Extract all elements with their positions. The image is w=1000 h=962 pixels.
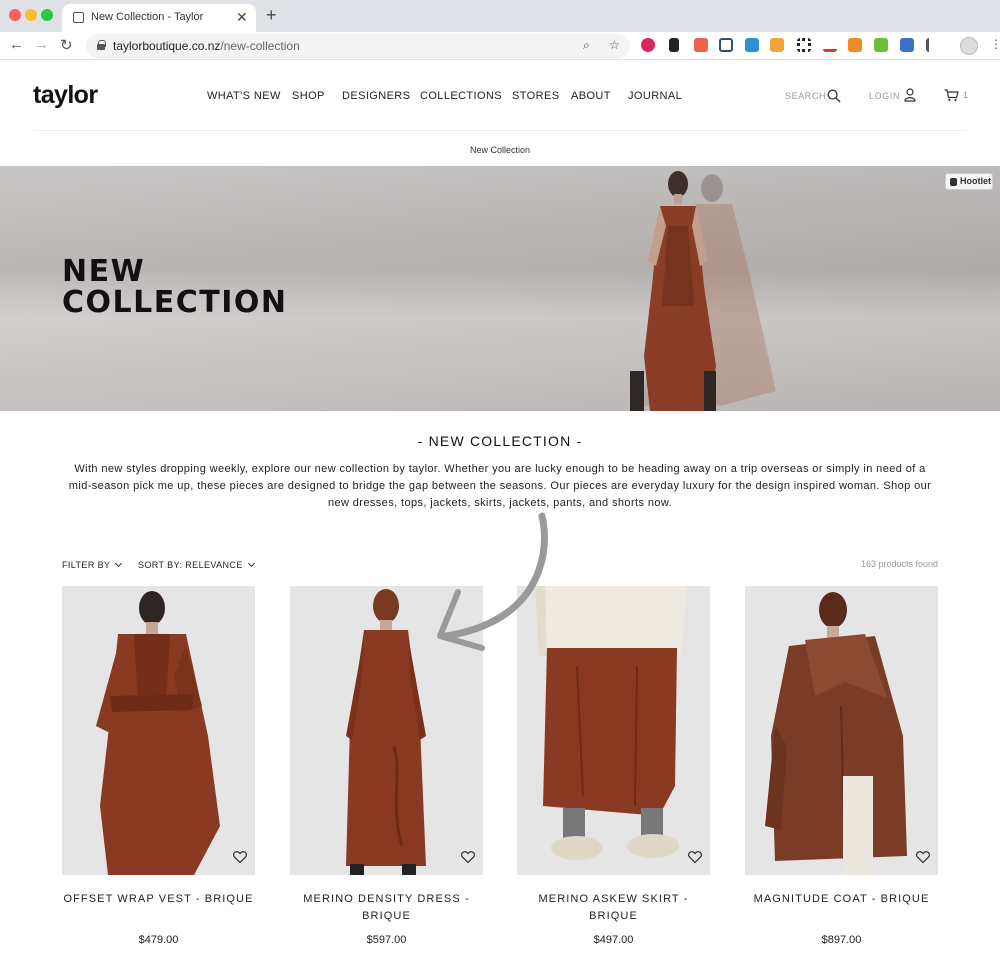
wishlist-heart-icon[interactable] — [688, 850, 702, 864]
breadcrumb: New Collection — [469, 145, 531, 155]
rss-extension-icon[interactable] — [848, 38, 862, 52]
clipper-extension-icon[interactable] — [669, 38, 679, 52]
product-card[interactable]: MAGNITUDE COAT - BRIQUE $897.00 — [745, 586, 938, 956]
product-price: $597.00 — [366, 934, 407, 946]
product-photo-magnitude-coat — [765, 592, 907, 875]
wishlist-heart-icon[interactable] — [461, 850, 475, 864]
zoom-icon[interactable]: ⌕ — [583, 38, 590, 53]
readability-extension-icon[interactable] — [694, 38, 708, 52]
site-logo[interactable]: taylor — [33, 81, 98, 110]
login-label[interactable]: LOGIN — [869, 91, 900, 101]
search-icon[interactable] — [827, 89, 841, 103]
tab-title: New Collection - Taylor — [91, 11, 204, 23]
product-price: $497.00 — [593, 934, 634, 946]
address-bar[interactable]: taylorboutique.co.nz/new-collection ⌕ ☆ — [86, 34, 630, 58]
dots-extension-icon[interactable] — [797, 38, 811, 52]
hero-model-image — [630, 171, 776, 411]
product-name[interactable]: MERINO ASKEW SKIRT - BRIQUE — [517, 891, 710, 925]
reload-icon[interactable]: ↻ — [60, 36, 73, 54]
sort-by-label: SORT BY: RELEVANCE — [138, 560, 243, 570]
chevron-down-icon — [247, 559, 255, 568]
annotation-arrow-icon — [437, 512, 548, 651]
wishlist-heart-icon[interactable] — [233, 850, 247, 864]
toggle-extension-icon[interactable] — [770, 38, 784, 52]
sort-by-dropdown[interactable]: SORT BY: RELEVANCE — [138, 559, 255, 570]
product-card[interactable]: OFFSET WRAP VEST - BRIQUE $479.00 — [62, 586, 255, 956]
nav-designers[interactable]: DESIGNERS — [342, 90, 410, 102]
nav-collections[interactable]: COLLECTIONS — [420, 90, 502, 102]
collection-heading: - NEW COLLECTION - — [417, 433, 583, 449]
product-name[interactable]: OFFSET WRAP VEST - BRIQUE — [62, 891, 255, 908]
product-name[interactable]: MAGNITUDE COAT - BRIQUE — [745, 891, 938, 908]
nav-about[interactable]: ABOUT — [571, 90, 611, 102]
menu-kebab-icon[interactable]: ⋮ — [990, 37, 1000, 51]
browser-tab[interactable]: New Collection - Taylor ✕ — [62, 4, 256, 32]
nav-journal[interactable]: JOURNAL — [628, 90, 682, 102]
product-price: $479.00 — [138, 934, 179, 946]
product-price: $897.00 — [821, 934, 862, 946]
tab-close-icon[interactable]: ✕ — [236, 9, 248, 26]
browser-tab-bar: New Collection - Taylor ✕ + — [0, 0, 1000, 32]
cart-icon[interactable] — [944, 89, 959, 102]
filter-by-dropdown[interactable]: FILTER BY — [62, 559, 123, 570]
product-image[interactable] — [745, 586, 938, 875]
nav-whats-new[interactable]: WHAT'S NEW — [207, 90, 281, 102]
product-name[interactable]: MERINO DENSITY DRESS - BRIQUE — [290, 891, 483, 925]
product-image[interactable] — [62, 586, 255, 875]
collection-description: With new styles dropping weekly, explore… — [68, 463, 932, 509]
filter-by-label: FILTER BY — [62, 560, 111, 570]
hootlet-button[interactable]: Hootlet — [945, 173, 993, 190]
hero-title: NEW COLLECTION — [62, 254, 288, 320]
profile-avatar[interactable] — [960, 37, 978, 55]
chevron-down-icon — [115, 559, 123, 568]
forward-arrow-icon[interactable]: → — [34, 36, 49, 53]
lock-icon — [97, 40, 106, 50]
cart-count[interactable]: 1 — [963, 90, 969, 100]
new-tab-button[interactable]: + — [266, 5, 277, 26]
product-count: 163 products found — [860, 559, 938, 569]
devtools-extension-icon[interactable] — [745, 38, 759, 52]
browser-toolbar: ← → ↻ taylorboutique.co.nz/new-collectio… — [0, 32, 1000, 60]
window-extension-icon[interactable] — [900, 38, 914, 52]
maximize-window-button[interactable] — [41, 9, 53, 21]
wappalyzer-extension-icon[interactable] — [823, 38, 837, 52]
page-favicon-icon — [73, 12, 84, 23]
buffer-extension-icon[interactable] — [926, 38, 940, 52]
header-divider — [33, 130, 967, 131]
wishlist-heart-icon[interactable] — [916, 850, 930, 864]
minimize-window-button[interactable] — [25, 9, 37, 21]
pinterest-extension-icon[interactable] — [641, 38, 655, 52]
checkbox-extension-icon[interactable] — [719, 38, 733, 52]
close-window-button[interactable] — [9, 9, 21, 21]
nav-stores[interactable]: STORES — [512, 90, 559, 102]
bookmark-star-icon[interactable]: ☆ — [609, 38, 620, 52]
green-extension-icon[interactable] — [874, 38, 888, 52]
nav-shop[interactable]: SHOP — [292, 90, 325, 102]
user-icon[interactable] — [904, 88, 916, 102]
hero-banner: NEW COLLECTION Hootlet — [0, 166, 1000, 411]
search-label[interactable]: SEARCH — [785, 91, 826, 101]
product-photo-wrap-vest — [96, 591, 220, 875]
url-text: taylorboutique.co.nz/new-collection — [113, 39, 300, 53]
back-arrow-icon[interactable]: ← — [9, 36, 24, 53]
